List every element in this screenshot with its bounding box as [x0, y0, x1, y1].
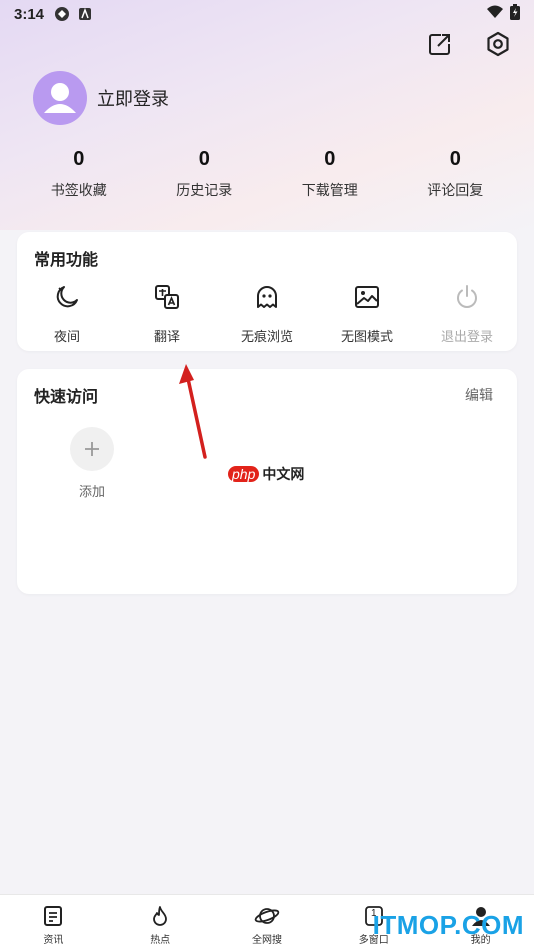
func-label: 翻译: [153, 330, 180, 345]
app-notification-icon: [78, 7, 92, 21]
power-icon: [457, 285, 477, 308]
common-functions-card: 常用功能 夜间 翻译 无痕浏览 无图模式 退出登录: [17, 232, 517, 351]
battery-icon: [510, 4, 520, 24]
ghost-icon: [257, 286, 277, 308]
stat-label: 历史记录: [176, 183, 233, 199]
no-image-mode-button[interactable]: 无图模式: [317, 282, 417, 345]
func-label: 夜间: [53, 330, 80, 345]
stat-comments[interactable]: 0 评论回复: [393, 148, 519, 200]
watermark-text: 中文网: [262, 467, 305, 483]
stat-value: 0: [73, 148, 85, 170]
image-icon: [355, 286, 379, 308]
stat-value: 0: [324, 148, 336, 170]
func-label: 无痕浏览: [240, 330, 293, 345]
func-label: 退出登录: [440, 330, 493, 345]
gear-icon: [487, 31, 509, 57]
wifi-icon: [486, 5, 504, 23]
login-profile[interactable]: 立即登录: [33, 71, 169, 125]
stats-row: 0 书签收藏 0 历史记录 0 下载管理 0 评论回复: [16, 148, 518, 200]
stat-value: 0: [449, 148, 461, 170]
night-mode-button[interactable]: 夜间: [17, 282, 117, 345]
annotation-arrow: [179, 364, 207, 459]
card-title: 常用功能: [34, 250, 99, 269]
incognito-button[interactable]: 无痕浏览: [217, 282, 317, 345]
nav-label: 全网搜: [251, 935, 282, 946]
share-button[interactable]: [426, 30, 454, 58]
php-watermark: php 中文网: [228, 464, 304, 484]
status-bar: 3:14: [0, 0, 534, 28]
nav-news[interactable]: 资讯: [0, 895, 107, 950]
moon-icon: [56, 286, 78, 308]
translate-icon: [155, 285, 179, 309]
avatar[interactable]: [33, 71, 87, 125]
nav-search[interactable]: 全网搜: [214, 895, 321, 950]
fire-icon: [153, 906, 168, 926]
nav-hot[interactable]: 热点: [107, 895, 214, 950]
translate-button[interactable]: 翻译: [117, 282, 217, 345]
nav-label: 热点: [150, 935, 171, 946]
func-label: 无图模式: [340, 330, 393, 345]
stat-bookmarks[interactable]: 0 书签收藏: [16, 148, 142, 200]
login-label[interactable]: 立即登录: [97, 85, 169, 111]
add-shortcut-button[interactable]: 添加: [66, 427, 118, 500]
edit-button[interactable]: 编辑: [465, 385, 493, 405]
itmop-watermark: ITMOP.COM: [372, 910, 524, 940]
news-icon: [44, 906, 63, 926]
stat-value: 0: [198, 148, 210, 170]
stat-label: 下载管理: [301, 183, 358, 199]
card-title: 快速访问: [34, 387, 99, 406]
user-avatar-icon: [44, 83, 76, 113]
nav-label: 资讯: [43, 935, 64, 946]
add-label: 添加: [78, 485, 105, 500]
watermark-text: php: [228, 466, 260, 482]
stat-downloads[interactable]: 0 下载管理: [267, 148, 393, 200]
vpn-icon: [54, 6, 70, 22]
share-icon: [429, 34, 450, 55]
stat-history[interactable]: 0 历史记录: [142, 148, 268, 200]
stat-label: 书签收藏: [50, 183, 107, 199]
settings-button[interactable]: [484, 30, 512, 58]
stat-label: 评论回复: [427, 183, 484, 199]
plus-icon: [85, 442, 99, 456]
planet-icon: [254, 908, 280, 924]
status-time: 3:14: [14, 5, 45, 23]
logout-button[interactable]: 退出登录: [417, 282, 517, 345]
